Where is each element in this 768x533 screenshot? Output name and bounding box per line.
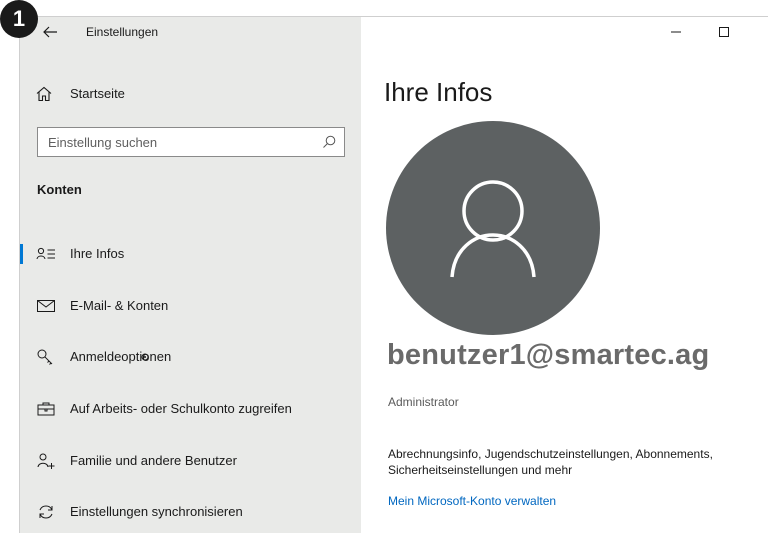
account-description: Abrechnungsinfo, Jugendschutzeinstellung…	[388, 447, 713, 477]
sidebar-item-label: Auf Arbeits- oder Schulkonto zugreifen	[70, 401, 292, 416]
user-silhouette-icon	[450, 180, 536, 278]
sidebar-item-label: Anmeldeoptionen	[70, 349, 172, 364]
sidebar-item-label: Ihre Infos	[70, 246, 125, 261]
minimize-icon	[671, 31, 681, 33]
step-number-badge: 1	[0, 0, 38, 38]
section-heading: Konten	[37, 182, 82, 197]
sidebar-item-label: Familie und andere Benutzer	[70, 453, 237, 468]
person-card-icon	[36, 247, 55, 260]
sidebar-item-sync[interactable]: Einstellungen synchronisieren	[20, 493, 361, 531]
account-name: benutzer1@smartec.ag	[387, 339, 710, 371]
sync-icon	[39, 505, 53, 519]
search-field[interactable]	[37, 127, 345, 157]
account-role: Administrator	[388, 395, 459, 409]
sidebar-item-home[interactable]: Startseite	[20, 79, 361, 109]
close-button[interactable]	[763, 21, 768, 43]
app-title: Einstellungen	[86, 25, 159, 39]
sidebar-item-label: Einstellungen synchronisieren	[70, 504, 243, 519]
sidebar-item-work-school[interactable]: Auf Arbeits- oder Schulkonto zugreifen	[20, 390, 361, 428]
sidebar-item-label: E-Mail- & Konten	[70, 298, 169, 313]
settings-window: Einstellungen Startseite Konten Ihre Inf…	[19, 16, 768, 533]
person-add-icon	[37, 453, 55, 469]
manage-account-link[interactable]: Mein Microsoft-Konto verwalten	[388, 494, 556, 508]
sidebar: Einstellungen Startseite Konten Ihre Inf…	[20, 17, 361, 533]
back-arrow-icon[interactable]	[41, 23, 59, 41]
home-icon	[36, 86, 52, 102]
mouse-cursor-icon	[141, 353, 149, 361]
avatar	[386, 121, 600, 335]
minimize-button[interactable]	[665, 21, 687, 43]
sidebar-item-sign-in-options[interactable]: Anmeldeoptionen	[20, 338, 361, 376]
key-icon	[37, 349, 53, 365]
maximize-icon	[719, 27, 729, 37]
sidebar-item-home-label: Startseite	[70, 86, 125, 101]
search-input[interactable]	[38, 128, 308, 156]
sidebar-item-your-info[interactable]: Ihre Infos	[20, 235, 361, 273]
search-icon[interactable]	[321, 134, 337, 150]
page-title: Ihre Infos	[384, 77, 493, 107]
main-content: Ihre Infos benutzer1@smartec.ag Administ…	[361, 17, 768, 533]
briefcase-icon	[37, 402, 55, 416]
sidebar-item-family[interactable]: Familie und andere Benutzer	[20, 442, 361, 480]
maximize-button[interactable]	[713, 21, 735, 43]
sidebar-item-email-accounts[interactable]: E-Mail- & Konten	[20, 287, 361, 325]
mail-icon	[37, 300, 55, 312]
